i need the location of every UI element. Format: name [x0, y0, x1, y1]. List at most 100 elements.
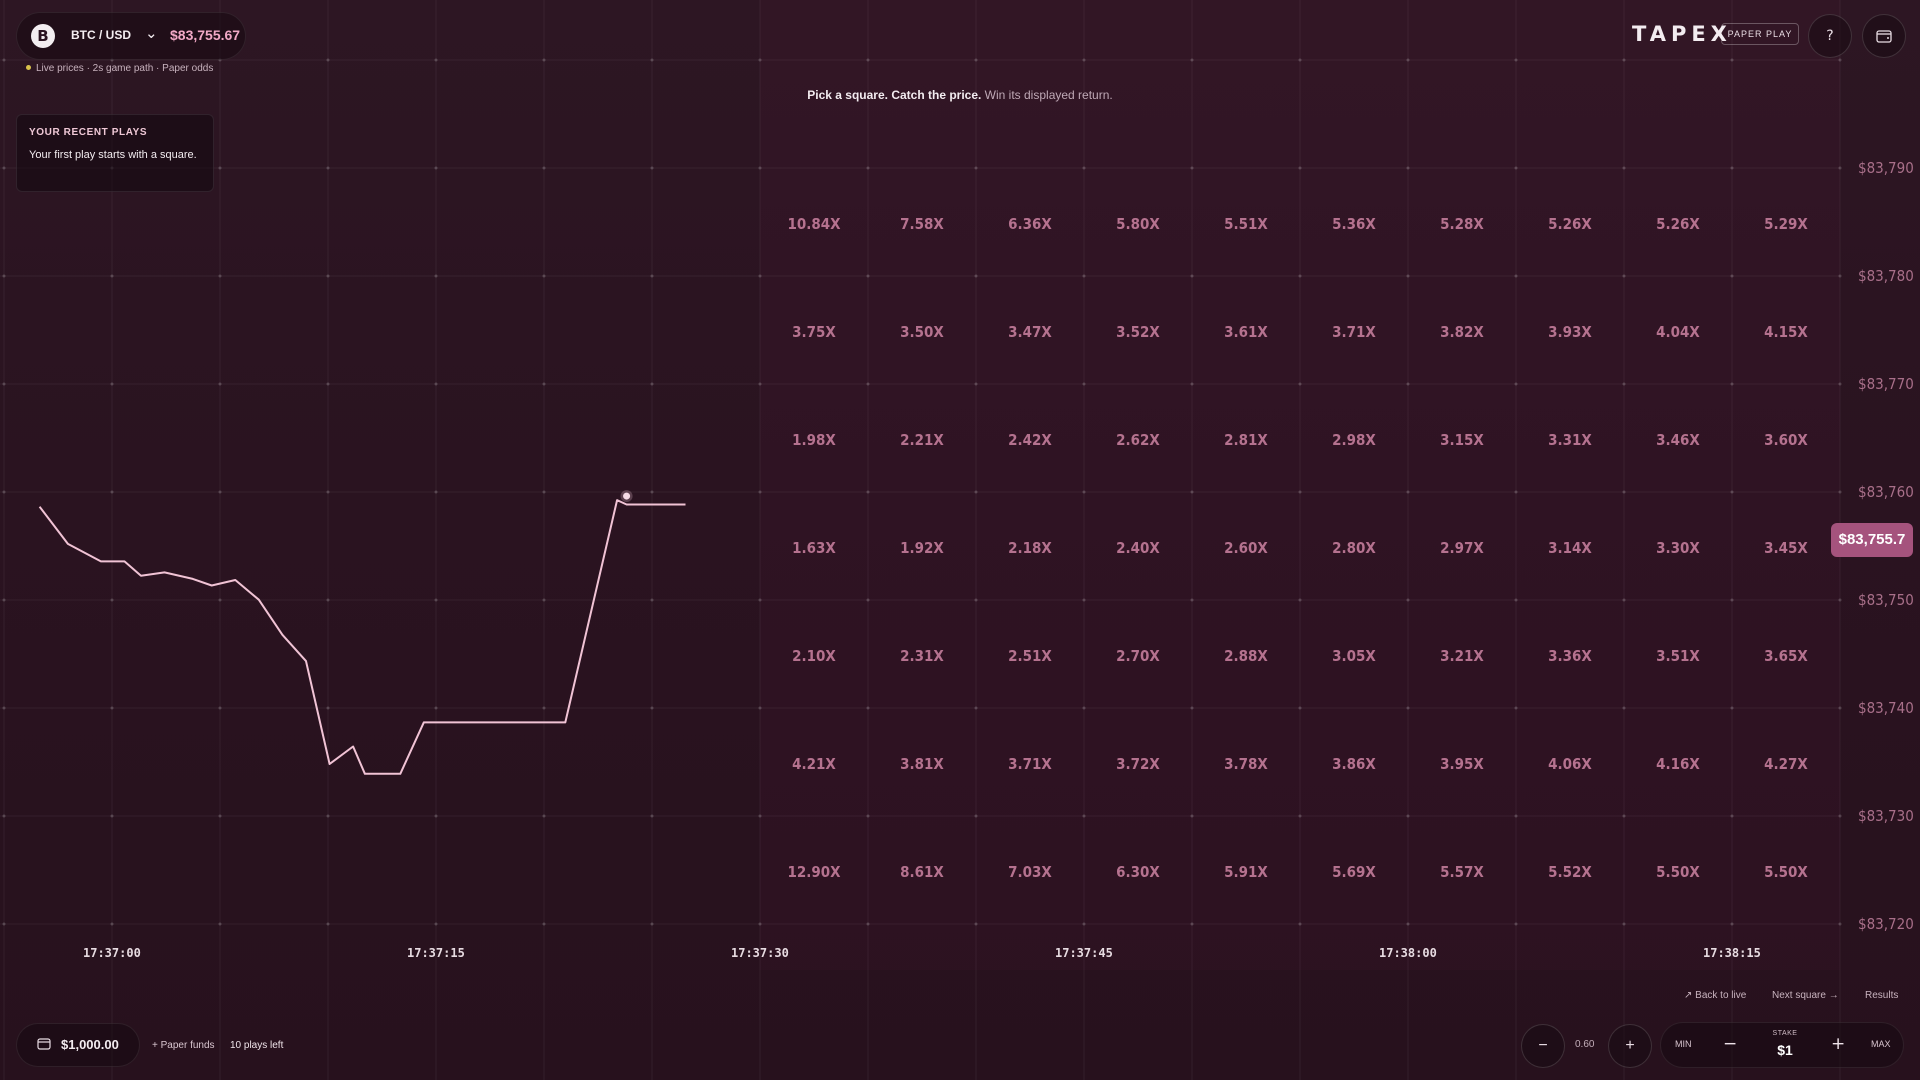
asset-selector[interactable]: B BTC / USD ⌄ $83,755.67: [16, 12, 246, 60]
multiplier-cell[interactable]: 3.46X: [1656, 431, 1700, 449]
multiplier-cell[interactable]: 5.91X: [1224, 863, 1268, 881]
multiplier-cell[interactable]: 3.51X: [1656, 647, 1700, 665]
multiplier-cell[interactable]: 3.05X: [1332, 647, 1376, 665]
multiplier-cell[interactable]: 3.15X: [1440, 431, 1484, 449]
stake-decrease-button[interactable]: −: [1723, 1034, 1737, 1054]
multiplier-cell[interactable]: 2.70X: [1116, 647, 1160, 665]
multiplier-cell[interactable]: 2.31X: [900, 647, 944, 665]
multiplier-cell[interactable]: 3.50X: [900, 323, 944, 341]
multiplier-cell[interactable]: 5.29X: [1764, 215, 1808, 233]
multiplier-cell[interactable]: 3.65X: [1764, 647, 1808, 665]
multiplier-cell[interactable]: 4.16X: [1656, 755, 1700, 773]
multiplier-cell[interactable]: 5.51X: [1224, 215, 1268, 233]
grid-dot: [1730, 166, 1734, 170]
multiplier-cell[interactable]: 3.61X: [1224, 323, 1268, 341]
multiplier-cell[interactable]: 4.06X: [1548, 755, 1592, 773]
multiplier-cell[interactable]: 3.31X: [1548, 431, 1592, 449]
multiplier-cell[interactable]: 12.90X: [787, 863, 841, 881]
multiplier-cell[interactable]: 5.28X: [1440, 215, 1484, 233]
multiplier-cell[interactable]: 8.61X: [900, 863, 944, 881]
multiplier-decrease-button[interactable]: −: [1521, 1024, 1565, 1068]
minus-icon: −: [1538, 1037, 1548, 1054]
multiplier-cell[interactable]: 5.57X: [1440, 863, 1484, 881]
back-to-live-link[interactable]: ↗ Back to live: [1684, 990, 1746, 1001]
grid-dot: [1838, 598, 1842, 602]
multiplier-cell[interactable]: 5.26X: [1656, 215, 1700, 233]
multiplier-cell[interactable]: 6.30X: [1116, 863, 1160, 881]
grid-dot: [758, 58, 762, 62]
help-button[interactable]: ?: [1808, 14, 1852, 58]
grid-dot: [1514, 382, 1518, 386]
multiplier-cell[interactable]: 3.95X: [1440, 755, 1484, 773]
multiplier-cell[interactable]: 3.60X: [1764, 431, 1808, 449]
grid-dot: [650, 166, 654, 170]
multiplier-cell[interactable]: 4.21X: [792, 755, 836, 773]
multiplier-cell[interactable]: 3.21X: [1440, 647, 1484, 665]
stake-increase-button[interactable]: +: [1831, 1034, 1845, 1054]
wallet-icon: [37, 1038, 51, 1050]
multiplier-cell[interactable]: 3.71X: [1008, 755, 1052, 773]
multiplier-cell[interactable]: 2.51X: [1008, 647, 1052, 665]
multiplier-cell[interactable]: 1.98X: [792, 431, 836, 449]
multiplier-cell[interactable]: 2.42X: [1008, 431, 1052, 449]
multiplier-cell[interactable]: 5.52X: [1548, 863, 1592, 881]
multiplier-cell[interactable]: 3.78X: [1224, 755, 1268, 773]
multiplier-cell[interactable]: 2.81X: [1224, 431, 1268, 449]
multiplier-increase-button[interactable]: +: [1608, 1024, 1652, 1068]
multiplier-cell[interactable]: 7.58X: [900, 215, 944, 233]
grid-dot: [1190, 490, 1194, 494]
wallet-button[interactable]: [1862, 14, 1906, 58]
grid-dot: [758, 274, 762, 278]
grid-dot: [1838, 706, 1842, 710]
multiplier-cell[interactable]: 5.50X: [1764, 863, 1808, 881]
multiplier-cell[interactable]: 3.82X: [1440, 323, 1484, 341]
multiplier-cell[interactable]: 5.69X: [1332, 863, 1376, 881]
multiplier-cell[interactable]: 2.88X: [1224, 647, 1268, 665]
multiplier-cell[interactable]: 3.81X: [900, 755, 944, 773]
multiplier-cell[interactable]: 7.03X: [1008, 863, 1052, 881]
multiplier-cell[interactable]: 5.50X: [1656, 863, 1700, 881]
stake-min-button[interactable]: MIN: [1675, 1039, 1692, 1049]
grid-dot: [542, 706, 546, 710]
multiplier-cell[interactable]: 2.97X: [1440, 539, 1484, 557]
multiplier-cell[interactable]: 2.10X: [792, 647, 836, 665]
grid-dot: [1298, 490, 1302, 494]
next-square-link[interactable]: Next square →: [1772, 990, 1839, 1001]
grid-dot: [110, 490, 114, 494]
multiplier-cell[interactable]: 3.93X: [1548, 323, 1592, 341]
multiplier-cell[interactable]: 3.71X: [1332, 323, 1376, 341]
multiplier-cell[interactable]: 3.52X: [1116, 323, 1160, 341]
multiplier-cell[interactable]: 2.40X: [1116, 539, 1160, 557]
grid-dot: [1406, 382, 1410, 386]
multiplier-cell[interactable]: 1.92X: [900, 539, 944, 557]
multiplier-cell[interactable]: 2.60X: [1224, 539, 1268, 557]
multiplier-cell[interactable]: 3.14X: [1548, 539, 1592, 557]
multiplier-cell[interactable]: 2.98X: [1332, 431, 1376, 449]
add-paper-funds-link[interactable]: + Paper funds: [152, 1040, 215, 1051]
multiplier-cell[interactable]: 3.45X: [1764, 539, 1808, 557]
multiplier-cell[interactable]: 3.47X: [1008, 323, 1052, 341]
multiplier-cell[interactable]: 4.15X: [1764, 323, 1808, 341]
stake-max-button[interactable]: MAX: [1871, 1039, 1891, 1049]
multiplier-cell[interactable]: 2.21X: [900, 431, 944, 449]
multiplier-cell[interactable]: 2.62X: [1116, 431, 1160, 449]
multiplier-cell[interactable]: 2.18X: [1008, 539, 1052, 557]
multiplier-cell[interactable]: 1.63X: [792, 539, 836, 557]
multiplier-cell[interactable]: 2.80X: [1332, 539, 1376, 557]
multiplier-cell[interactable]: 10.84X: [787, 215, 841, 233]
multiplier-cell[interactable]: 5.26X: [1548, 215, 1592, 233]
multiplier-cell[interactable]: 6.36X: [1008, 215, 1052, 233]
multiplier-cell[interactable]: 5.80X: [1116, 215, 1160, 233]
multiplier-cell[interactable]: 5.36X: [1332, 215, 1376, 233]
multiplier-cell[interactable]: 3.30X: [1656, 539, 1700, 557]
multiplier-cell[interactable]: 3.75X: [792, 323, 836, 341]
multiplier-cell[interactable]: 4.04X: [1656, 323, 1700, 341]
multiplier-cell[interactable]: 3.36X: [1548, 647, 1592, 665]
multiplier-cell[interactable]: 4.27X: [1764, 755, 1808, 773]
multiplier-cell[interactable]: 3.72X: [1116, 755, 1160, 773]
price-axis-label: $83,780: [1858, 267, 1914, 285]
results-link[interactable]: Results: [1865, 990, 1898, 1001]
multiplier-cell[interactable]: 3.86X: [1332, 755, 1376, 773]
price-grid-chart[interactable]: 10.84X 7.58X 6.36X 5.80X 5.51X 5.36X 5.28X 5.26…: [0, 0, 1920, 1080]
balance-pill[interactable]: $1,000.00: [16, 1023, 140, 1067]
